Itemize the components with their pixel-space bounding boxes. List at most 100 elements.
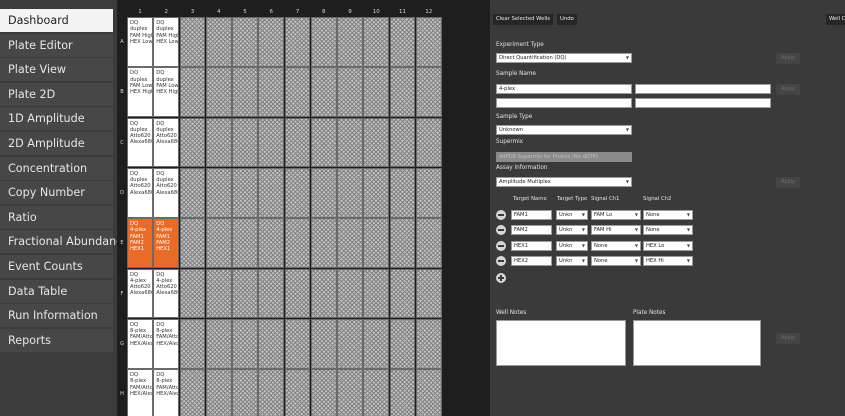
remove-target-icon[interactable]: [496, 240, 506, 251]
well-D9[interactable]: [337, 167, 363, 218]
well-G12[interactable]: [415, 318, 442, 369]
well-A10[interactable]: [363, 17, 389, 67]
well-H10[interactable]: [363, 369, 389, 416]
well-E7[interactable]: [284, 218, 311, 268]
well-H9[interactable]: [337, 369, 363, 416]
row-header-B[interactable]: B: [117, 89, 127, 95]
sidebar-item-copy-number[interactable]: Copy Number: [0, 181, 113, 205]
experiment-type-select[interactable]: Direct Quantification (DQ) ▼: [496, 53, 632, 63]
well-D2[interactable]: DQ duplex Atto620 L Alexa680: [153, 167, 179, 218]
well-E1[interactable]: DQ 4-plex FAM1 FAM2 HEX1: [127, 218, 153, 268]
well-B3[interactable]: [179, 67, 206, 118]
sidebar-item-plate-editor[interactable]: Plate Editor: [0, 33, 113, 57]
well-E6[interactable]: [258, 218, 284, 268]
well-F8[interactable]: [310, 268, 337, 319]
remove-target-icon[interactable]: [496, 255, 506, 266]
well-data-button[interactable]: Well D: [826, 14, 845, 25]
sample-name-input-2[interactable]: [635, 84, 771, 94]
sidebar-item-plate-2d[interactable]: Plate 2D: [0, 82, 113, 106]
apply-assay-button[interactable]: Apply: [776, 177, 800, 188]
undo-button[interactable]: Undo: [557, 14, 577, 25]
well-D12[interactable]: [415, 167, 442, 218]
well-H7[interactable]: [284, 369, 311, 416]
well-E2[interactable]: DQ 4-plex FAM1 FAM2 HEX1: [153, 218, 179, 268]
well-E8[interactable]: [310, 218, 337, 268]
well-C2[interactable]: DQduplexAtto620 HAlexa680: [153, 117, 179, 168]
well-D7[interactable]: [284, 167, 311, 218]
sample-name-input-1[interactable]: 4-plex: [496, 84, 632, 94]
well-D11[interactable]: [389, 167, 416, 218]
well-B2[interactable]: DQ duplex FAM Low HEX High: [153, 67, 179, 118]
well-E4[interactable]: [205, 218, 232, 268]
target-ch1-select[interactable]: FAM Hi ▼: [591, 225, 641, 236]
sidebar-item-plate-view[interactable]: Plate View: [0, 58, 113, 82]
well-G8[interactable]: [310, 318, 337, 369]
well-G9[interactable]: [337, 318, 363, 369]
well-F9[interactable]: [337, 268, 363, 319]
target-type-select[interactable]: Unkn ▼: [556, 210, 588, 220]
sidebar-item-2d-amplitude[interactable]: 2D Amplitude: [0, 132, 113, 155]
well-G4[interactable]: [205, 318, 232, 369]
target-name-input[interactable]: HEX1: [511, 240, 552, 251]
well-F12[interactable]: [415, 268, 442, 319]
well-G3[interactable]: [179, 318, 206, 369]
target-name-input[interactable]: FAM1: [511, 210, 552, 220]
well-A6[interactable]: [258, 17, 284, 67]
well-C6[interactable]: [258, 117, 284, 168]
well-F6[interactable]: [258, 268, 284, 319]
row-header-C[interactable]: C: [117, 140, 127, 146]
well-B4[interactable]: [205, 67, 232, 118]
well-B11[interactable]: [389, 67, 416, 118]
row-header-F[interactable]: F: [117, 291, 127, 297]
well-D8[interactable]: [310, 167, 337, 218]
well-C9[interactable]: [337, 117, 363, 168]
well-B1[interactable]: DQ duplex FAM Low HEX High: [127, 67, 153, 118]
well-D4[interactable]: [205, 167, 232, 218]
well-G5[interactable]: [232, 318, 258, 369]
well-C1[interactable]: DQduplexAtto620 HAlexa680: [127, 117, 153, 168]
target-ch2-select[interactable]: None ▼: [643, 210, 693, 220]
well-G7[interactable]: [284, 318, 311, 369]
well-H3[interactable]: [179, 369, 206, 416]
well-H2[interactable]: DQ8-plexFAM/AttoHEX/Alexa: [153, 369, 179, 416]
well-C10[interactable]: [363, 117, 389, 168]
plate-notes-textarea[interactable]: [633, 320, 761, 366]
supermix-select[interactable]: ddPCR Supermix for Probes (No dUTP): [496, 152, 632, 162]
add-target-icon[interactable]: [496, 273, 506, 283]
sidebar-item-reports[interactable]: Reports: [0, 328, 113, 352]
remove-target-icon[interactable]: [496, 225, 506, 236]
well-C3[interactable]: [179, 117, 206, 168]
well-F5[interactable]: [232, 268, 258, 319]
well-F10[interactable]: [363, 268, 389, 319]
well-F4[interactable]: [205, 268, 232, 319]
sidebar-item-event-counts[interactable]: Event Counts: [0, 255, 113, 278]
well-H5[interactable]: [232, 369, 258, 416]
well-F7[interactable]: [284, 268, 311, 319]
well-B12[interactable]: [415, 67, 442, 118]
well-D1[interactable]: DQ duplex Atto620 L Alexa680: [127, 167, 153, 218]
well-H4[interactable]: [205, 369, 232, 416]
well-H12[interactable]: [415, 369, 442, 416]
target-type-select[interactable]: Unkn ▼: [556, 240, 588, 251]
well-E12[interactable]: [415, 218, 442, 268]
well-C5[interactable]: [232, 117, 258, 168]
row-header-A[interactable]: A: [117, 39, 127, 45]
sidebar-item-data-table[interactable]: Data Table: [0, 279, 113, 303]
well-C11[interactable]: [389, 117, 416, 168]
target-name-input[interactable]: FAM2: [511, 225, 552, 236]
target-type-select[interactable]: Unkn ▼: [556, 225, 588, 236]
well-H1[interactable]: DQ8-plexFAM/AttoHEX/Alexa: [127, 369, 153, 416]
sidebar-item-dashboard[interactable]: Dashboard: [0, 9, 113, 32]
well-E9[interactable]: [337, 218, 363, 268]
target-ch1-select[interactable]: FAM Lo ▼: [591, 210, 641, 220]
well-B6[interactable]: [258, 67, 284, 118]
well-notes-textarea[interactable]: [496, 320, 626, 366]
target-type-select[interactable]: Unkn ▼: [556, 255, 588, 266]
well-F2[interactable]: DQ 4-plex Atto620 Alexa680: [153, 268, 179, 319]
well-A5[interactable]: [232, 17, 258, 67]
well-F11[interactable]: [389, 268, 416, 319]
row-header-D[interactable]: D: [117, 190, 127, 196]
well-E11[interactable]: [389, 218, 416, 268]
sample-name-input-4[interactable]: [635, 98, 771, 108]
well-C12[interactable]: [415, 117, 442, 168]
